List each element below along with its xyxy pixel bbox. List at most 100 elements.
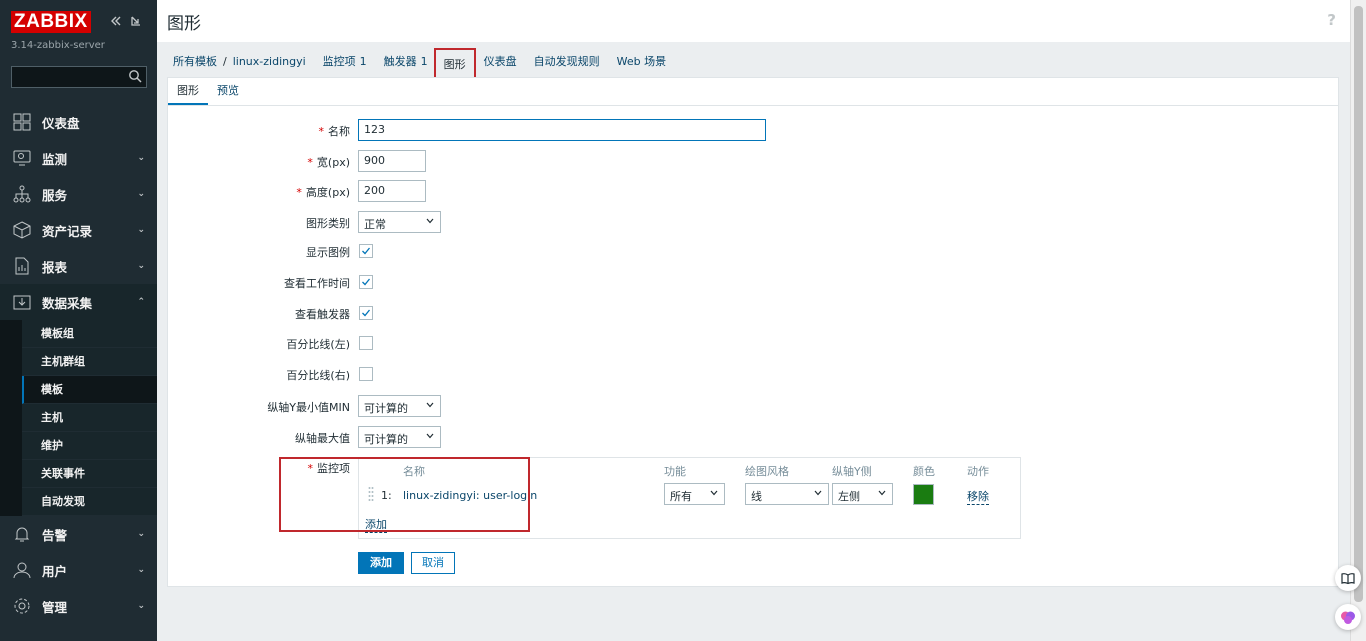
graph-type-select[interactable]: 正常: [358, 211, 441, 233]
yaxis-side-select[interactable]: 左侧: [832, 483, 893, 505]
tab-dashboards[interactable]: 仪表盘: [484, 53, 517, 69]
help-icon[interactable]: ?: [1327, 11, 1336, 29]
chevron-down-icon: ⌄: [137, 529, 145, 539]
menu-inventory[interactable]: 资产记录 ⌄: [0, 212, 157, 248]
submenu-maintenance[interactable]: 维护: [22, 432, 157, 460]
server-name: 3.14-zabbix-server: [11, 40, 105, 51]
book-icon[interactable]: [1335, 565, 1361, 591]
chevron-down-icon: [710, 490, 718, 496]
search-input[interactable]: [11, 66, 147, 88]
tab-preview[interactable]: 预览: [208, 79, 248, 105]
menu-label: 数据采集: [42, 295, 93, 311]
chevron-down-icon: [426, 433, 434, 439]
checkmark-icon: [362, 309, 371, 317]
percentile-left-checkbox[interactable]: [359, 336, 373, 350]
tab-graph[interactable]: 图形: [168, 79, 208, 105]
menu-label: 服务: [42, 187, 68, 203]
tab-items-label: 监控项: [322, 55, 356, 68]
chevron-down-icon: ⌄: [137, 565, 145, 575]
search-icon[interactable]: [128, 69, 142, 83]
collapse-sidebar-icon[interactable]: [109, 14, 123, 28]
row-height: * 高度(px) 200: [168, 180, 1338, 202]
menu-monitoring[interactable]: 监测 ⌄: [0, 140, 157, 176]
item-color-picker[interactable]: [913, 484, 934, 505]
row-width: * 宽(px) 900: [168, 150, 1338, 172]
tab-items[interactable]: 监控项 1: [323, 53, 367, 69]
ymin-label: 纵轴Y最小值MIN: [267, 401, 350, 414]
width-input[interactable]: 900: [358, 150, 426, 172]
tab-triggers[interactable]: 触发器 1: [384, 53, 428, 69]
breadcrumb-all-templates[interactable]: 所有模板: [173, 53, 217, 69]
submenu-hosts[interactable]: 主机: [22, 404, 157, 432]
zabbix-logo[interactable]: ZABBIX: [11, 11, 91, 33]
row-show-triggers: 查看触发器: [168, 302, 1338, 324]
row-graph-type: 图形类别 正常: [168, 211, 1338, 233]
sidebar-controls: [109, 14, 143, 28]
add-button[interactable]: 添加: [358, 552, 404, 574]
row-percentile-left: 百分比线(左): [168, 332, 1338, 354]
chevron-down-icon: ⌄: [137, 601, 145, 611]
form-tabs: 图形 预览: [168, 78, 1338, 106]
row-ymin: 纵轴Y最小值MIN 可计算的: [168, 395, 1338, 417]
menu-reports[interactable]: 报表 ⌄: [0, 248, 157, 284]
row-name: * 名称 123: [168, 119, 1338, 141]
show-worktime-checkbox[interactable]: [359, 275, 373, 289]
menu-administration[interactable]: 管理 ⌄: [0, 588, 157, 624]
percentile-right-checkbox[interactable]: [359, 367, 373, 381]
chevron-down-icon: ⌄: [137, 189, 145, 199]
dashboard-icon: [12, 112, 32, 132]
drawstyle-select[interactable]: 线: [745, 483, 829, 505]
cancel-button[interactable]: 取消: [411, 552, 455, 574]
scrollbar[interactable]: [1350, 0, 1366, 641]
monitoring-icon: [12, 148, 32, 168]
chevron-down-icon: ⌄: [137, 261, 145, 271]
show-triggers-checkbox[interactable]: [359, 306, 373, 320]
scrollbar-thumb[interactable]: [1354, 6, 1363, 602]
drawstyle-value: 线: [751, 490, 762, 503]
submenu-template-groups[interactable]: 模板组: [22, 320, 157, 348]
function-select[interactable]: 所有: [664, 483, 725, 505]
highlight-box: [279, 457, 530, 532]
ymin-select[interactable]: 可计算的: [358, 395, 441, 417]
menu-dashboard[interactable]: 仪表盘: [0, 104, 157, 140]
row-show-worktime: 查看工作时间: [168, 271, 1338, 293]
menu-label: 管理: [42, 599, 68, 615]
ymax-value: 可计算的: [364, 433, 408, 446]
menu-services[interactable]: 服务 ⌄: [0, 176, 157, 212]
data-collection-submenu: 模板组 主机群组 模板 主机 维护 关联事件 自动发现: [0, 320, 157, 516]
col-action-header: 动作: [967, 465, 989, 478]
checkmark-icon: [362, 278, 371, 286]
tab-discovery-rules[interactable]: 自动发现规则: [534, 53, 600, 69]
name-label: * 名称: [319, 123, 351, 139]
menu-label: 告警: [42, 527, 68, 543]
submenu-templates[interactable]: 模板: [22, 376, 157, 404]
breadcrumb-host[interactable]: linux-zidingyi: [233, 55, 306, 68]
tab-graphs[interactable]: 图形: [433, 47, 476, 79]
function-value: 所有: [670, 490, 692, 503]
tab-web-scenarios[interactable]: Web 场景: [617, 53, 666, 69]
percentile-left-label: 百分比线(左): [286, 338, 350, 351]
assistant-icon[interactable]: [1335, 604, 1361, 630]
menu-data-collection[interactable]: 数据采集 ⌃: [0, 284, 157, 320]
required-marker: *: [318, 125, 325, 138]
graph-type-label: 图形类别: [306, 217, 350, 230]
show-legend-checkbox[interactable]: [359, 244, 373, 258]
submenu-event-correlation[interactable]: 关联事件: [22, 460, 157, 488]
remove-item-link[interactable]: 移除: [967, 488, 989, 505]
graph-form-panel: 图形 预览 * 名称 123 * 宽(px) 900 * 高度(px) 200 图形类…: [167, 77, 1339, 587]
submenu-discovery[interactable]: 自动发现: [22, 488, 157, 516]
submenu-host-groups[interactable]: 主机群组: [22, 348, 157, 376]
ymax-select[interactable]: 可计算的: [358, 426, 441, 448]
height-input[interactable]: 200: [358, 180, 426, 202]
logo-row: ZABBIX: [0, 0, 157, 38]
menu-alerts[interactable]: 告警 ⌄: [0, 516, 157, 552]
breadcrumb: 所有模板 / linux-zidingyi 监控项 1 触发器 1 图形 仪表盘 自…: [157, 42, 1350, 80]
height-label-text: 高度(px): [305, 186, 350, 199]
show-worktime-label: 查看工作时间: [284, 277, 350, 290]
checkmark-icon: [362, 247, 371, 255]
name-input[interactable]: 123: [358, 119, 766, 141]
kiosk-mode-icon[interactable]: [129, 14, 143, 28]
menu-users[interactable]: 用户 ⌄: [0, 552, 157, 588]
ymax-label: 纵轴最大值: [295, 432, 350, 445]
width-label-text: 宽(px): [316, 156, 350, 169]
